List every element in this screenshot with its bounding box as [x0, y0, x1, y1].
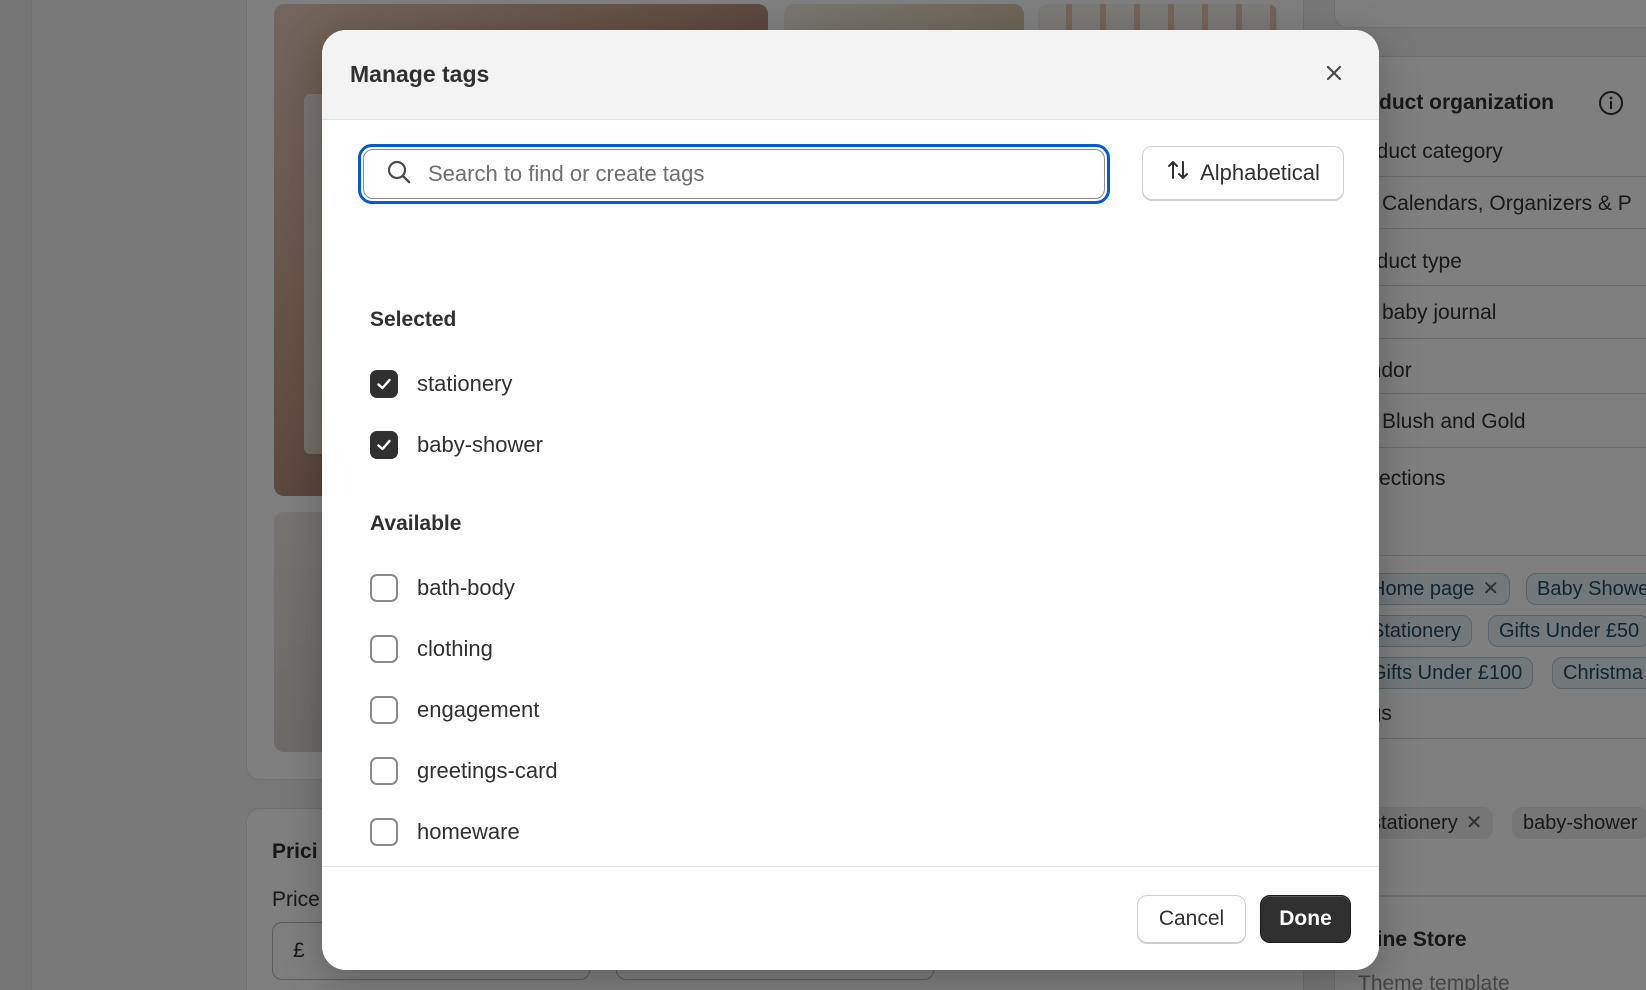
modal-footer: Cancel Done — [322, 866, 1379, 970]
available-heading: Available — [370, 512, 462, 535]
available-tag-row[interactable]: bath-body — [370, 572, 515, 604]
search-focus-ring — [358, 144, 1110, 204]
tag-label: clothing — [417, 636, 493, 661]
available-tag-row[interactable]: homeware — [370, 816, 520, 848]
checkbox[interactable] — [370, 696, 398, 724]
cancel-button[interactable]: Cancel — [1137, 895, 1246, 943]
tag-list[interactable]: Selected stationery baby-shower Availabl… — [322, 230, 1379, 896]
close-button[interactable] — [1315, 56, 1353, 94]
sort-label: Alphabetical — [1200, 160, 1320, 185]
available-tag-row[interactable]: engagement — [370, 694, 539, 726]
search-field[interactable] — [363, 149, 1105, 199]
search-icon — [386, 159, 412, 190]
selected-tag-row[interactable]: stationery — [370, 368, 512, 400]
modal-header: Manage tags — [322, 30, 1379, 120]
selected-heading: Selected — [370, 308, 457, 331]
done-button[interactable]: Done — [1260, 895, 1351, 943]
search-input[interactable] — [428, 161, 1048, 187]
tag-label: baby-shower — [417, 432, 543, 457]
checkbox[interactable] — [370, 818, 398, 846]
modal-toolbar: Alphabetical — [358, 144, 1344, 204]
tag-label: bath-body — [417, 575, 515, 600]
checkbox-checked[interactable] — [370, 370, 398, 398]
checkbox[interactable] — [370, 635, 398, 663]
modal-title: Manage tags — [350, 61, 490, 87]
sort-arrows-icon — [1166, 158, 1190, 188]
tag-label: homeware — [417, 819, 520, 844]
close-icon — [1324, 63, 1344, 88]
sort-button[interactable]: Alphabetical — [1142, 146, 1344, 200]
available-tag-row[interactable]: greetings-card — [370, 755, 558, 787]
manage-tags-modal: Manage tags Alphabetical Selected — [322, 30, 1379, 970]
tag-label: stationery — [417, 371, 513, 396]
tag-label: greetings-card — [417, 758, 558, 783]
available-tag-row[interactable]: clothing — [370, 633, 493, 665]
tag-label: engagement — [417, 697, 540, 722]
checkmark-icon — [377, 439, 391, 451]
checkmark-icon — [377, 378, 391, 390]
checkbox-checked[interactable] — [370, 431, 398, 459]
checkbox[interactable] — [370, 757, 398, 785]
selected-tag-row[interactable]: baby-shower — [370, 429, 543, 461]
checkbox[interactable] — [370, 574, 398, 602]
